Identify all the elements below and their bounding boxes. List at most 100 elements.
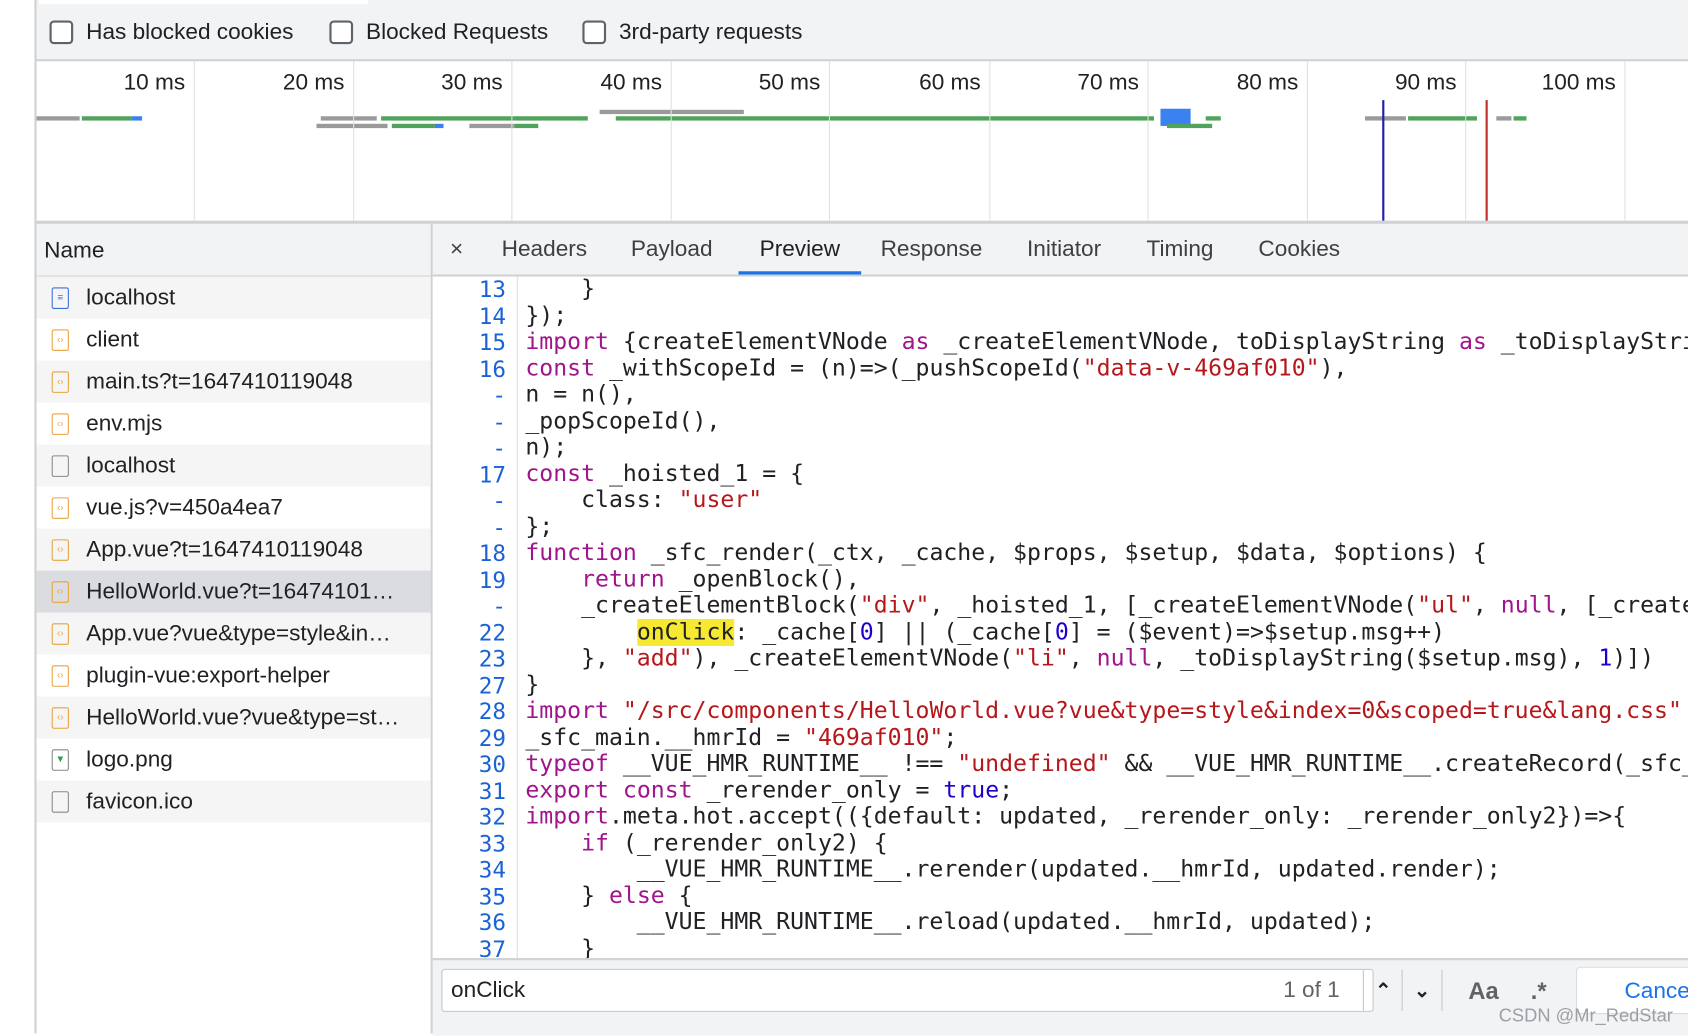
request-name: client bbox=[86, 326, 139, 352]
request-row[interactable]: localhost bbox=[36, 444, 431, 487]
code-text: _createElementBlock( bbox=[525, 592, 860, 619]
line-number: 27 bbox=[478, 672, 506, 699]
blocked-requests-checkbox[interactable]: Blocked Requests bbox=[329, 19, 548, 45]
code-string: "undefined" bbox=[957, 750, 1111, 778]
code-number: 1 bbox=[1598, 644, 1613, 672]
code-preview[interactable]: 13 14 15 16- - -17- -18 19-22 23 27 28 29 30 31 32 33 34… bbox=[432, 276, 1688, 959]
time-tick-label: 20 ms bbox=[282, 69, 345, 95]
code-line: if (_rerender_only2) { bbox=[525, 830, 1688, 857]
code-text: _withScopeId = (n)=>(_pushScopeId( bbox=[595, 354, 1083, 382]
request-row[interactable]: favicon.ico bbox=[36, 780, 431, 823]
code-keyword: typeof bbox=[525, 750, 609, 778]
has-blocked-cookies-checkbox[interactable]: Has blocked cookies bbox=[49, 19, 293, 45]
code-string: "ul" bbox=[1417, 592, 1473, 619]
line-number: 18 bbox=[478, 540, 506, 567]
filter-bar: Has blocked cookies Blocked Requests 3rd… bbox=[36, 0, 1688, 62]
line-number: - bbox=[492, 382, 506, 408]
code-text: _sfc_render(_ctx, _cache, $props, $setup… bbox=[636, 539, 1487, 567]
request-row[interactable]: ‹› env.mjs bbox=[37, 403, 431, 445]
code-text: && __VUE_HMR_RUNTIME__.createRecord(_sfc… bbox=[1110, 750, 1688, 778]
code-string: "/src/components/HelloWorld.vue?vue&type… bbox=[622, 697, 1682, 725]
request-row[interactable]: ‹› vue.js?v=450a4ea7 bbox=[37, 487, 431, 529]
code-line: } else { bbox=[525, 882, 1688, 909]
script-icon: ‹› bbox=[51, 622, 69, 645]
code-keyword: export bbox=[525, 776, 609, 804]
grid-line bbox=[989, 61, 991, 221]
script-icon: ‹› bbox=[51, 706, 69, 729]
request-name: logo.png bbox=[86, 746, 173, 772]
line-number: 28 bbox=[478, 698, 506, 725]
image-icon: ▼ bbox=[51, 748, 69, 771]
line-number: 30 bbox=[478, 751, 506, 778]
request-row[interactable]: ‹› plugin-vue:export-helper bbox=[37, 655, 431, 697]
code-line: }); bbox=[525, 302, 1688, 329]
time-tick-label: 100 ms bbox=[1541, 69, 1616, 95]
grid-line bbox=[670, 61, 672, 221]
code-text: ), _createElementVNode( bbox=[692, 644, 1014, 672]
close-icon[interactable]: × bbox=[450, 224, 463, 275]
code-text: _sfc_main.__hmrId = bbox=[525, 723, 805, 751]
line-number: 19 bbox=[478, 566, 506, 593]
next-match-button[interactable]: ⌄ bbox=[1401, 969, 1443, 1011]
line-number: - bbox=[492, 434, 506, 461]
code-line: } bbox=[525, 671, 1688, 698]
request-name: main.ts?t=1647410119048 bbox=[86, 368, 353, 394]
code-text: {createElementVNode bbox=[608, 328, 902, 356]
code-keyword: const bbox=[525, 460, 596, 488]
request-row[interactable]: ‹› HelloWorld.vue?vue&type=st… bbox=[36, 696, 431, 739]
request-row[interactable]: ‹› client bbox=[37, 319, 431, 361]
previous-match-button[interactable]: ⌃ bbox=[1362, 969, 1403, 1011]
tab-preview[interactable]: Preview bbox=[738, 224, 862, 275]
tab-cookies[interactable]: Cookies bbox=[1258, 224, 1340, 275]
code-line: export const _rerender_only = true; bbox=[525, 776, 1688, 804]
tab-response[interactable]: Response bbox=[881, 224, 983, 275]
code-number: true bbox=[943, 776, 1000, 804]
grid-line bbox=[1624, 61, 1626, 221]
code-text: __VUE_HMR_RUNTIME__ !== bbox=[608, 750, 958, 778]
tab-headers[interactable]: Headers bbox=[502, 224, 587, 275]
line-number: 32 bbox=[478, 804, 506, 830]
request-row[interactable]: ≡ localhost bbox=[36, 276, 431, 319]
code-line: _createElementBlock("div", _hoisted_1, [… bbox=[525, 592, 1688, 619]
search-match-highlight: onClick bbox=[636, 618, 735, 646]
line-number: 14 bbox=[478, 303, 506, 329]
grid-line bbox=[1306, 61, 1308, 221]
code-keyword: as bbox=[1458, 328, 1487, 356]
waterfall-overview[interactable]: 10 ms 20 ms 30 ms 40 ms 50 ms 60 ms 70 ms 80 ms… bbox=[36, 61, 1688, 224]
tab-timing[interactable]: Timing bbox=[1146, 224, 1213, 275]
request-row[interactable]: ‹› HelloWorld.vue?t=16474101… bbox=[36, 570, 431, 613]
line-number: 13 bbox=[478, 276, 506, 303]
match-case-button[interactable]: Aa bbox=[1468, 971, 1498, 1012]
tab-initiator[interactable]: Initiator bbox=[1027, 224, 1101, 275]
code-line: }, "add"), _createElementVNode("li", nul… bbox=[525, 644, 1688, 672]
request-row[interactable]: ▼ logo.png bbox=[37, 738, 431, 780]
code-text: : _cache[ bbox=[734, 618, 860, 646]
line-number: 16 bbox=[478, 355, 506, 382]
request-name: vue.js?v=450a4ea7 bbox=[86, 494, 283, 520]
code-keyword: import bbox=[525, 803, 609, 830]
code-keyword: null bbox=[1500, 592, 1557, 619]
code-text: } bbox=[525, 276, 596, 303]
code-keyword: const bbox=[622, 776, 693, 804]
code-text: }; bbox=[525, 512, 554, 540]
tab-payload[interactable]: Payload bbox=[631, 224, 713, 275]
request-row[interactable]: ‹› main.ts?t=1647410119048 bbox=[36, 360, 431, 403]
code-keyword: import bbox=[525, 328, 609, 356]
line-number: 37 bbox=[478, 936, 506, 959]
search-input[interactable]: onClick bbox=[441, 968, 1374, 1012]
request-row[interactable]: ‹› App.vue?t=1647410119048 bbox=[36, 528, 431, 571]
request-row[interactable]: ‹› App.vue?vue&type=style&in… bbox=[36, 612, 431, 655]
request-name: plugin-vue:export-helper bbox=[86, 662, 330, 688]
line-number: - bbox=[492, 487, 506, 514]
code-line: _sfc_main.__hmrId = "469af010"; bbox=[525, 723, 1688, 751]
document-icon: ≡ bbox=[51, 286, 69, 309]
name-column-header[interactable]: Name bbox=[36, 223, 431, 277]
detail-tabs: × Headers Payload Preview Response Initi… bbox=[432, 223, 1688, 277]
third-party-requests-checkbox[interactable]: 3rd-party requests bbox=[582, 19, 802, 45]
code-text: _popScopeId(), bbox=[525, 407, 721, 435]
script-icon: ‹› bbox=[51, 412, 69, 435]
code-text: __VUE_HMR_RUNTIME__.reload(updated.__hmr… bbox=[525, 908, 1376, 936]
code-keyword: null bbox=[1096, 644, 1153, 672]
code-keyword: import bbox=[525, 697, 609, 725]
